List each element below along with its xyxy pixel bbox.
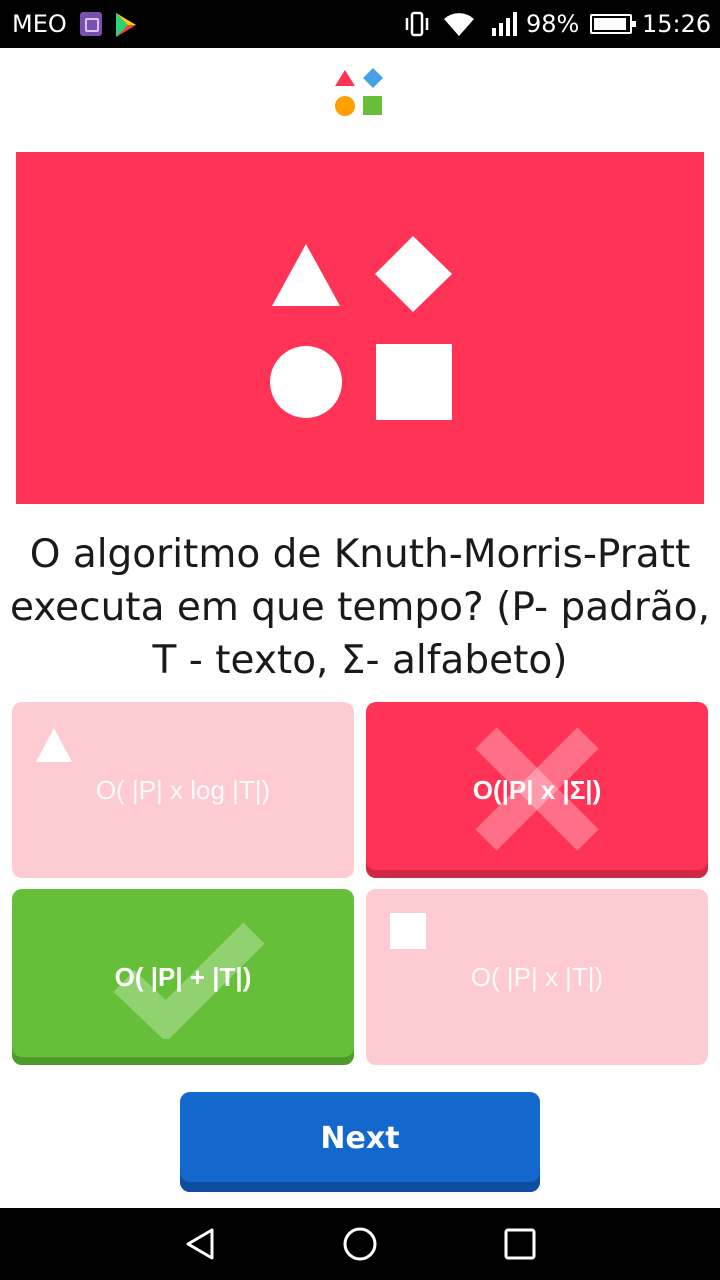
answer-option-2[interactable]: O(|P| x |Σ|) [366, 702, 708, 878]
navigation-bar [0, 1208, 720, 1280]
answer-label: O( |P| x log |T|) [95, 774, 271, 805]
answer-label: O( |P| x |T|) [470, 961, 604, 992]
answer-label: O( |P| + |T|) [114, 961, 252, 992]
shapes-icon [270, 236, 452, 420]
answer-option-1[interactable]: O( |P| x log |T|) [12, 702, 354, 878]
clock: 15:26 [642, 10, 712, 38]
signal-icon [492, 12, 517, 36]
answer-option-3[interactable]: O( |P| + |T|) [12, 889, 354, 1065]
question-image [16, 152, 704, 504]
answer-option-4[interactable]: O( |P| x |T|) [366, 889, 708, 1065]
play-store-icon [116, 13, 136, 37]
answer-label: O(|P| x |Σ|) [472, 774, 602, 805]
vibrate-icon [405, 11, 429, 37]
wifi-icon [444, 13, 474, 36]
battery-percentage: 98% [526, 10, 580, 38]
next-button[interactable]: Next [180, 1092, 540, 1192]
recents-icon[interactable] [502, 1226, 538, 1262]
battery-icon [590, 14, 636, 34]
carrier-name: MEO [12, 10, 67, 38]
home-icon[interactable] [342, 1226, 378, 1262]
question-text: O algoritmo de Knuth-Morris-Pratt execut… [9, 532, 711, 683]
status-bar: MEO 98% 15:26 [0, 0, 720, 48]
back-icon[interactable] [182, 1226, 218, 1262]
gallery-notification-icon [80, 12, 102, 36]
kahoot-shapes-logo [335, 68, 383, 116]
